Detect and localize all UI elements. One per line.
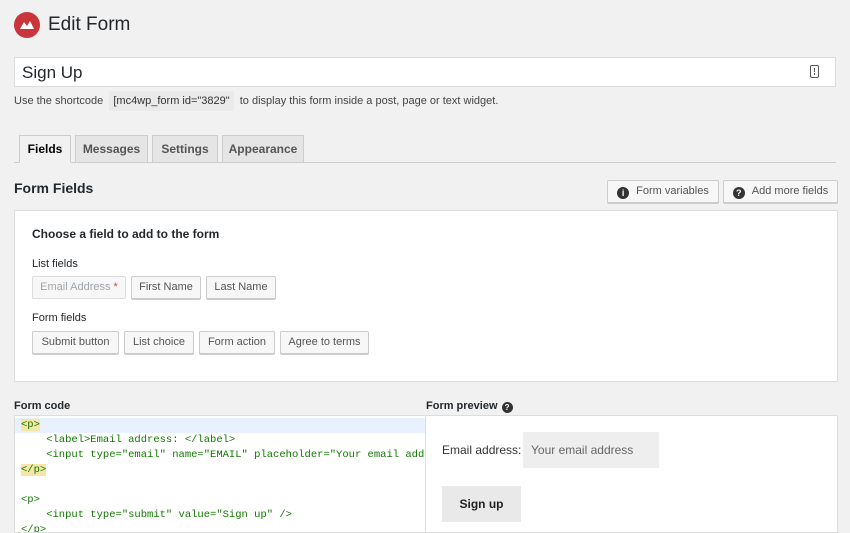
list-fields-label: List fields [32,258,78,270]
form-action-field-button[interactable]: Form action [199,331,275,354]
submit-button-field-button[interactable]: Submit button [32,331,119,354]
first-name-field-button[interactable]: First Name [131,276,201,299]
code-line-4: </p> [21,464,47,476]
preview-email-input[interactable]: Your email address [523,432,659,468]
form-preview-text: Form preview [426,400,498,412]
form-variables-label: Form variables [636,185,709,197]
active-line-highlight [15,418,425,433]
email-address-field-label: Email Address [40,281,111,293]
help-icon[interactable]: ? [501,402,513,413]
code-line-2: <label>Email address: </label> [21,434,236,446]
form-preview-label: Form preview? [426,400,513,413]
code-line-3: <input type="email" name="EMAIL" placeho… [21,449,426,461]
form-fields-label: Form fields [32,312,87,324]
tab-messages[interactable]: Messages [75,135,148,163]
form-variables-button[interactable]: i Form variables [607,180,719,203]
email-address-field-button: Email Address * [32,276,126,299]
shortcode-hint: Use the shortcode [mc4wp_form id="3829" … [14,91,498,111]
tab-settings[interactable]: Settings [152,135,218,163]
add-more-fields-label: Add more fields [751,185,829,197]
panel-heading: Choose a field to add to the form [32,227,220,241]
list-choice-field-button[interactable]: List choice [124,331,194,354]
form-title-value: Sign Up [22,63,83,82]
code-line-1: <p> [21,419,40,431]
help-icon: ? [732,187,745,199]
add-more-fields-button[interactable]: ? Add more fields [723,180,838,203]
required-mark: * [113,281,118,293]
shortcode-suffix: to display this form inside a post, page… [239,95,499,107]
tab-appearance[interactable]: Appearance [222,135,304,163]
password-manager-icon[interactable] [810,65,819,78]
code-line-6: <p> [21,494,40,506]
form-code-label: Form code [14,400,71,412]
tab-fields[interactable]: Fields [19,135,71,163]
field-chooser-panel: Choose a field to add to the form List f… [14,210,838,382]
preview-signup-button[interactable]: Sign up [442,486,521,522]
preview-email-label: Email address: [442,443,522,457]
shortcode-code[interactable]: [mc4wp_form id="3829" [109,91,234,111]
code-line-7: <input type="submit" value="Sign up" /> [21,509,292,521]
code-line-8: </p> [21,524,47,533]
shortcode-prefix: Use the shortcode [14,95,104,107]
info-icon: i [617,187,630,199]
mailchimp-logo-icon [14,12,40,38]
form-preview: Email address: Your email address Sign u… [425,415,838,533]
form-code-editor[interactable]: <p> <label>Email address: </label> <inpu… [14,415,426,533]
page-title: Edit Form [48,14,131,35]
agree-to-terms-field-button[interactable]: Agree to terms [280,331,369,354]
last-name-field-button[interactable]: Last Name [206,276,276,299]
section-title: Form Fields [14,180,94,196]
form-title-input[interactable]: Sign Up [14,57,836,87]
